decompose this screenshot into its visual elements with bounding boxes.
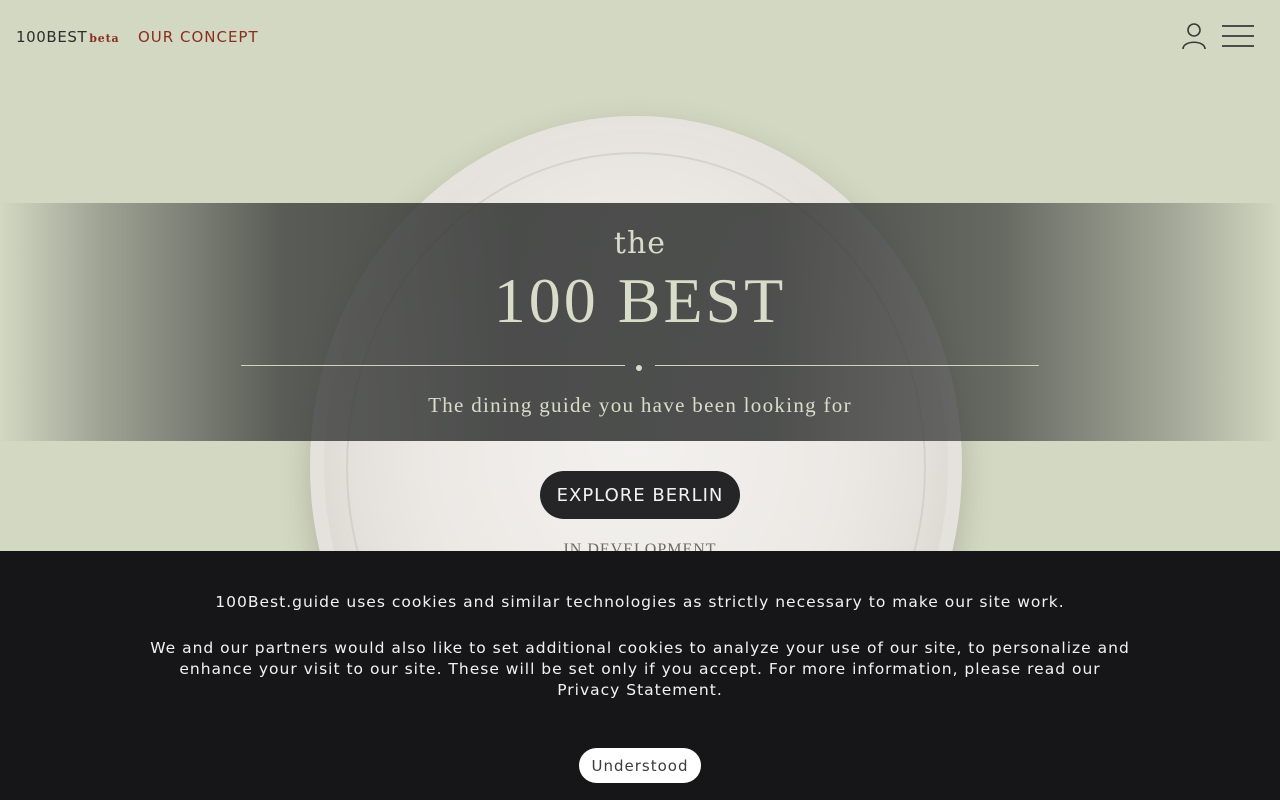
user-account-button[interactable]	[1181, 22, 1207, 50]
user-icon	[1182, 23, 1206, 50]
understood-button[interactable]: Understood	[579, 748, 701, 783]
hamburger-menu-icon	[1222, 25, 1254, 47]
cookie-banner: 100Best.guide uses cookies and similar t…	[0, 551, 1280, 800]
menu-button[interactable]	[1221, 24, 1255, 50]
divider-dot	[636, 365, 642, 371]
hero-title: 100 BEST	[493, 265, 787, 336]
divider-line-left	[241, 365, 625, 366]
divider-line-right	[655, 365, 1039, 366]
site-header: 100BEST beta OUR CONCEPT	[0, 0, 1280, 74]
cookie-details-text: We and our partners would also like to s…	[150, 639, 1130, 699]
brand-logo[interactable]: 100BEST beta	[16, 28, 119, 46]
beta-badge: beta	[89, 32, 120, 45]
explore-berlin-button[interactable]: EXPLORE BERLIN	[540, 471, 740, 519]
hero-tagline: The dining guide you have been looking f…	[428, 393, 852, 417]
brand-name: 100BEST	[16, 28, 88, 46]
our-concept-link[interactable]: OUR CONCEPT	[138, 28, 259, 46]
cookie-notice-text: 100Best.guide uses cookies and similar t…	[215, 593, 1065, 611]
hero-the: the	[613, 226, 667, 261]
